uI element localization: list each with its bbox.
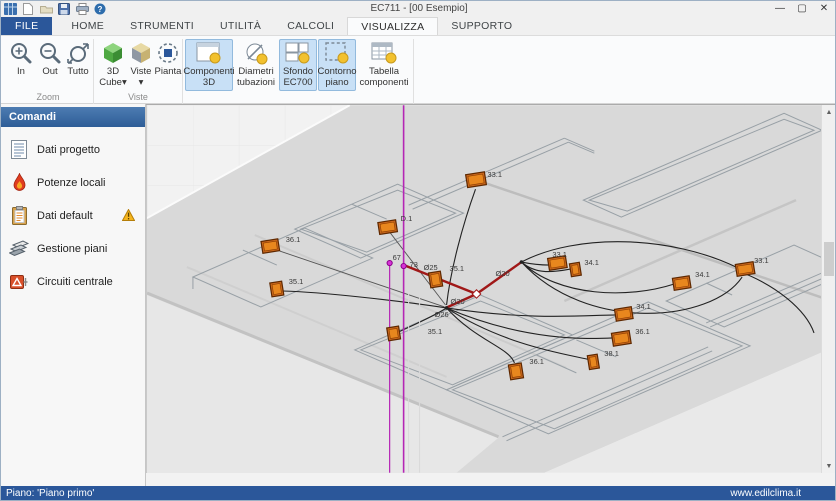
chevron-down-icon: ▾ [139, 77, 144, 88]
radiator[interactable] [569, 262, 581, 276]
pipe-label: 33.1 [487, 170, 502, 179]
sidebar-item-dati-progetto[interactable]: Dati progetto [1, 133, 145, 166]
radiator[interactable] [428, 271, 442, 288]
warning-icon [122, 208, 135, 226]
vertical-scroll-thumb[interactable] [824, 242, 834, 276]
pipe-label: 67 [393, 253, 401, 262]
pipe-label: 73 [410, 260, 418, 269]
componenti-3d-icon [196, 40, 222, 66]
floor-plan-3d-view[interactable]: 33.1D.136.135.1Ø2535.16773Ø20Ø20Ø2633.13… [146, 105, 823, 473]
clipboard-icon [9, 207, 29, 225]
tab-supporto[interactable]: SUPPORTO [438, 17, 525, 35]
diametri-tubazioni-toggle[interactable]: Diametri tubazioni [234, 39, 278, 91]
sidebar-header: Comandi [1, 107, 145, 127]
pianta-button[interactable]: Pianta [151, 39, 185, 91]
pipe-label: 35.1 [450, 264, 465, 273]
sidebar: Comandi Dati progetto Potenze locali Dat… [1, 104, 146, 488]
ribbon-tab-bar: FILE HOME STRUMENTI UTILITÀ CALCOLI VISU… [1, 17, 836, 36]
vertical-scrollbar[interactable]: ▲ ▼ [821, 105, 835, 473]
zoom-all-icon [65, 40, 91, 66]
pipe-label: Ø26 [435, 310, 449, 319]
tabella-componenti-icon [371, 40, 397, 66]
zoom-in-icon [9, 40, 33, 66]
radiator[interactable] [466, 172, 487, 188]
scroll-down-icon[interactable]: ▼ [822, 459, 836, 473]
tab-file[interactable]: FILE [1, 17, 52, 35]
radiator[interactable] [508, 363, 523, 380]
pipe-label: D.1 [401, 214, 413, 223]
close-button[interactable]: ✕ [813, 1, 835, 16]
pipe-label: 34.1 [584, 258, 599, 267]
zoom-out-icon [38, 40, 62, 66]
status-website-link[interactable]: www.edilclima.it [730, 488, 801, 499]
tab-home[interactable]: HOME [58, 17, 117, 35]
radiator[interactable] [614, 307, 633, 321]
circuit-icon [9, 273, 29, 291]
group-label-viste: Viste [96, 92, 180, 102]
cube-3d-icon [101, 40, 125, 66]
minimize-button[interactable]: — [769, 1, 791, 16]
app-window: ? EC711 - [00 Esempio] — ▢ ✕ FILE HOME S… [0, 0, 836, 501]
radiator[interactable] [672, 276, 691, 290]
flame-icon [9, 174, 29, 192]
radiator[interactable] [735, 262, 755, 277]
sidebar-item-circuiti-centrale[interactable]: Circuiti centrale [1, 265, 145, 298]
pipe-label: 36.1 [529, 357, 544, 366]
pipe-label: 38.1 [604, 349, 619, 358]
scroll-up-icon[interactable]: ▲ [822, 105, 836, 119]
document-icon [9, 141, 29, 159]
radiator[interactable] [261, 239, 280, 253]
componenti-3d-toggle[interactable]: Componenti 3D [185, 39, 233, 91]
pipe-label: Ø25 [424, 263, 438, 272]
layers-icon [9, 240, 29, 258]
status-bar: Piano: 'Piano primo' www.edilclima.it [1, 486, 836, 500]
zoom-all-button[interactable]: Tutto [61, 39, 95, 91]
drawing-canvas-area: 33.1D.136.135.1Ø2535.16773Ø20Ø20Ø2633.13… [146, 104, 835, 486]
pipe-label: 36.1 [286, 235, 301, 244]
radiator[interactable] [387, 326, 401, 341]
tab-strumenti[interactable]: STRUMENTI [117, 17, 207, 35]
diametri-tubazioni-icon [244, 40, 268, 66]
pipe-label: Ø20 [451, 297, 465, 306]
tab-visualizza[interactable]: VISUALIZZA [347, 17, 438, 35]
pipe-label: 36.1 [635, 327, 650, 336]
pipe-label: 34.1 [695, 270, 710, 279]
radiator[interactable] [587, 354, 599, 369]
cube-3d-button[interactable]: 3D Cube▾ [96, 39, 130, 91]
pipe-label: 34.1 [636, 302, 651, 311]
pipe-label: 33.1 [552, 250, 567, 259]
pipe-label: 33.1 [754, 256, 769, 265]
tab-utilita[interactable]: UTILITÀ [207, 17, 274, 35]
pipe-label: 35.1 [289, 277, 304, 286]
contorno-piano-icon [324, 40, 350, 66]
pianta-icon [156, 40, 180, 66]
group-label-zoom: Zoom [4, 92, 92, 102]
sidebar-item-dati-default[interactable]: Dati default [1, 199, 145, 232]
tabella-componenti-toggle[interactable]: Tabella componenti [359, 39, 409, 91]
sfondo-ec700-toggle[interactable]: Sfondo EC700 [279, 39, 317, 91]
title-bar: ? EC711 - [00 Esempio] — ▢ ✕ [1, 1, 836, 17]
status-floor-label: Piano: 'Piano primo' [6, 488, 94, 499]
contorno-piano-toggle[interactable]: Contorno piano [318, 39, 356, 91]
sidebar-item-potenze-locali[interactable]: Potenze locali [1, 166, 145, 199]
sfondo-ec700-icon [285, 40, 311, 66]
sidebar-item-gestione-piani[interactable]: Gestione piani [1, 232, 145, 265]
radiator[interactable] [270, 281, 284, 297]
ribbon: In Out Tutto Zoom 3D Cube▾ Vi [1, 36, 836, 104]
pipe-label: 35.1 [428, 327, 443, 336]
radiator[interactable] [611, 331, 631, 347]
viste-cube-icon [129, 40, 153, 66]
window-title: EC711 - [00 Esempio] [1, 3, 836, 14]
tab-calcoli[interactable]: CALCOLI [274, 17, 347, 35]
maximize-button[interactable]: ▢ [791, 1, 813, 16]
pipe-label: Ø20 [495, 269, 509, 278]
radiator[interactable] [378, 220, 398, 235]
